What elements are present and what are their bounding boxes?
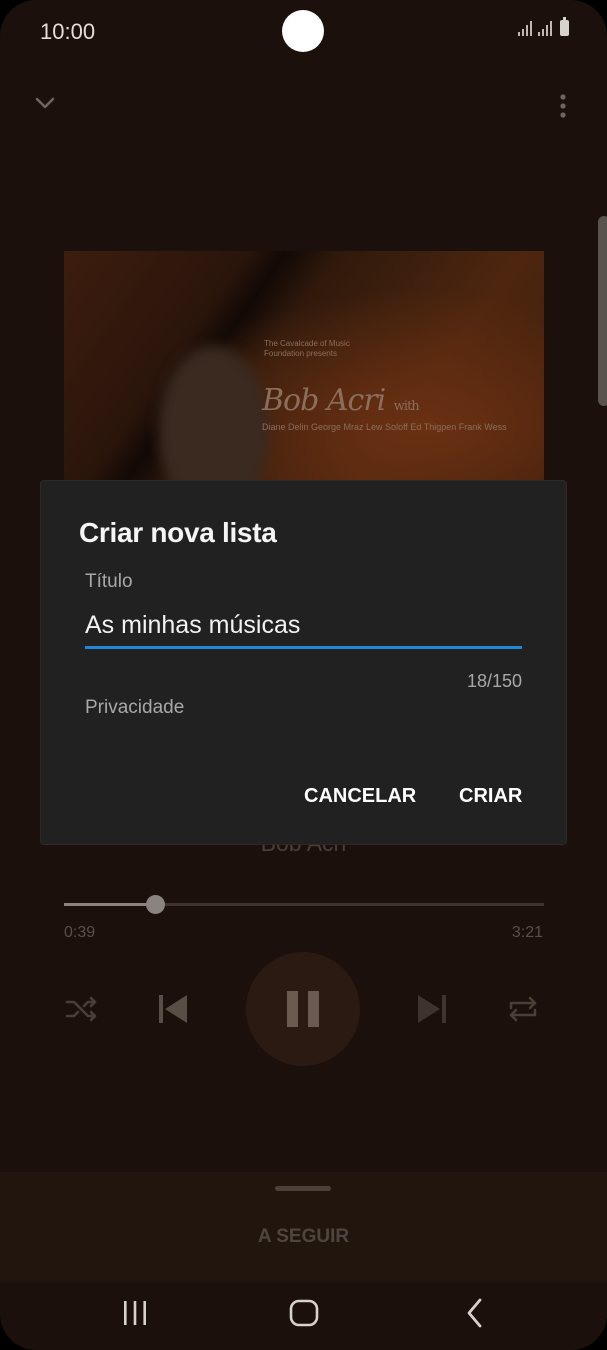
dialog-title: Criar nova lista: [79, 517, 277, 548]
status-icons: [518, 17, 569, 36]
skip-previous-icon[interactable]: [155, 992, 191, 1026]
battery-icon: [560, 17, 569, 36]
char-counter: 18/150: [466, 671, 522, 691]
scroll-handle[interactable]: [598, 216, 607, 406]
progress-fill: [64, 903, 156, 906]
signal-icon-2: [538, 20, 552, 36]
front-camera: [282, 10, 324, 52]
signal-icon: [518, 20, 532, 36]
status-bar: 10:00: [0, 0, 607, 62]
home-icon[interactable]: [287, 1296, 321, 1330]
album-art: The Cavalcade of Music Foundation presen…: [64, 251, 544, 501]
progress-thumb[interactable]: [145, 895, 165, 914]
album-art-artist-name: Bob Acri: [262, 383, 386, 418]
album-art-figure: [159, 346, 269, 501]
sheet-handle[interactable]: [275, 1186, 331, 1191]
up-next-label[interactable]: A SEGUIR: [0, 1226, 607, 1248]
total-time: 3:21: [511, 924, 543, 941]
navigation-bar: [0, 1282, 607, 1350]
play-pause-button[interactable]: [246, 952, 360, 1066]
album-art-with: with: [393, 399, 420, 414]
album-art-presenter: The Cavalcade of Music Foundation presen…: [264, 339, 350, 358]
status-time: 10:00: [40, 19, 96, 44]
back-icon[interactable]: [458, 1296, 492, 1330]
cancel-button[interactable]: CANCELAR: [304, 785, 416, 808]
title-field-label: Título: [85, 571, 133, 592]
create-button[interactable]: CRIAR: [459, 785, 522, 808]
phone-screen: 10:00 The Cavalcade of Music Foundation …: [0, 0, 607, 1350]
pause-icon: [287, 991, 319, 1027]
repeat-icon[interactable]: [505, 992, 541, 1026]
privacy-setting[interactable]: Privacidade: [85, 697, 184, 719]
create-playlist-dialog: Criar nova lista Título 18/150 Privacida…: [41, 481, 566, 844]
input-underline: [85, 646, 522, 649]
skip-next-icon[interactable]: [414, 992, 450, 1026]
title-input[interactable]: [85, 605, 522, 645]
recents-icon[interactable]: [118, 1296, 152, 1330]
more-vertical-icon[interactable]: [553, 92, 573, 120]
elapsed-time: 0:39: [64, 924, 96, 941]
shuffle-icon[interactable]: [64, 992, 100, 1026]
progress-bar[interactable]: [64, 903, 544, 906]
album-art-artist: Bob Acri with: [262, 383, 420, 418]
chevron-down-icon[interactable]: [32, 90, 58, 116]
album-art-performers: Diane Delin George Mraz Lew Soloff Ed Th…: [262, 422, 507, 432]
